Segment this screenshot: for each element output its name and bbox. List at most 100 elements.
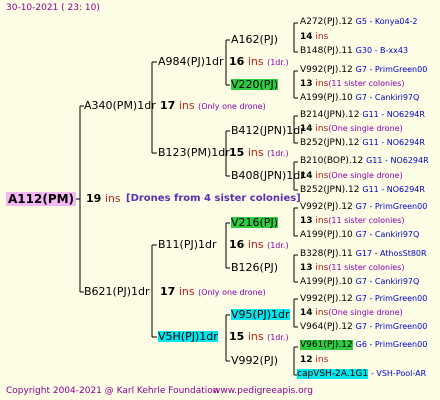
- gen3-queen-7[interactable]: V95(PJ)1dr: [231, 309, 290, 320]
- gen4-origin: G7 - Cankiri97Q: [355, 230, 420, 239]
- gen2-d-inbreed-value: 15: [229, 330, 245, 343]
- gen4-ins-label: ins: [315, 32, 329, 42]
- gen2-d-ins-label: ins: [247, 330, 264, 343]
- gen2-b-note: (1dr.): [267, 149, 289, 158]
- gen4-inbreed-row: 13 ins(11 sister colonies): [300, 217, 405, 226]
- gen4-row[interactable]: V992(PJ).12 G7 - PrimGreen00: [300, 295, 427, 304]
- gen4-queen-name: A199(PJ).10: [300, 277, 353, 287]
- gen2-a-queen[interactable]: A984(PJ)1dr: [158, 56, 223, 67]
- gen4-row[interactable]: A199(PJ).10 G7 - Cankiri97Q: [300, 94, 419, 103]
- gen4-origin: G5 - Konya04-2: [355, 17, 418, 26]
- gen4-inbreed-value: 13: [300, 263, 313, 273]
- gen2-b-ins-label: ins: [247, 146, 264, 159]
- gen4-queen-name: capVSH-2A.1G1: [297, 369, 369, 379]
- gen4-queen-name: B148(PJ).11: [300, 46, 353, 56]
- gen2-c-queen[interactable]: B11(PJ)1dr: [158, 239, 217, 250]
- gen1-bottom-inbreeding: 17 ins (Only one drone): [160, 286, 266, 297]
- gen4-ins-label: ins: [315, 355, 329, 365]
- gen4-queen-name: B214(JPN).12: [300, 110, 360, 120]
- gen4-inbreed-row: 14 ins(One single drone): [300, 125, 403, 134]
- gen4-inbreed-row: 13 ins(11 sister colonies): [300, 80, 405, 89]
- gen3-queen-4[interactable]: B408(JPN)1dr: [231, 170, 305, 181]
- gen4-origin: G11 - NO6294R: [362, 138, 425, 147]
- gen4-queen-name: B328(PJ).11: [300, 249, 353, 259]
- gen1-bottom-note: (Only one drone): [198, 288, 266, 297]
- gen4-row[interactable]: A199(PJ).10 G7 - Cankiri97Q: [300, 231, 419, 240]
- gen4-origin: G7 - PrimGreen00: [355, 65, 428, 74]
- gen4-queen-name: V992(PJ).12: [300, 294, 353, 304]
- gen3-queen-8[interactable]: V992(PJ): [231, 355, 278, 366]
- gen4-queen-name: B252(JPN).12: [300, 138, 360, 148]
- gen4-queen-name: B210(BOP).12: [300, 156, 364, 166]
- gen2-d-note: (1dr.): [267, 333, 289, 342]
- pedigree-page: 30-10-2021 ( 23: 10) Copyright 2004-2021…: [0, 0, 440, 400]
- gen2-b-inbreeding: 15 ins (1dr.): [229, 147, 289, 158]
- gen4-ins-label: ins: [315, 216, 329, 226]
- gen4-row[interactable]: B252(JPN).12 G11 - NO6294R: [300, 186, 425, 195]
- gen2-a-note: (1dr.): [267, 58, 289, 67]
- gen4-origin: G7 - Cankiri97Q: [355, 93, 420, 102]
- gen4-inbreed-value: 13: [300, 216, 313, 226]
- gen2-b-queen[interactable]: B123(PM)1dr: [158, 147, 230, 158]
- gen1-top-ins-label: ins: [178, 99, 195, 112]
- gen2-d-queen[interactable]: V5H(PJ)1dr: [158, 331, 218, 342]
- gen2-b-inbreed-value: 15: [229, 146, 245, 159]
- gen4-inbreed-row: 14 ins(One single drone): [300, 172, 403, 181]
- gen4-origin: G11 - NO6294R: [362, 185, 425, 194]
- gen4-inbreed-value: 12: [300, 355, 313, 365]
- gen1-top-queen[interactable]: A340(PM)1dr: [84, 100, 156, 111]
- gen1-bottom-inbreed-value: 17: [160, 285, 176, 298]
- gen2-a-inbreed-value: 16: [229, 55, 245, 68]
- gen4-origin: G6 - PrimGreen00: [355, 340, 428, 349]
- gen4-inbreed-row: 12 ins: [300, 356, 328, 365]
- gen4-note: (11 sister colonies): [328, 216, 405, 225]
- gen4-row[interactable]: B148(PJ).11 G30 - B-xx43: [300, 47, 408, 56]
- gen4-ins-label: ins: [315, 79, 329, 89]
- gen4-note: (One single drone): [328, 308, 403, 317]
- gen4-queen-name: V961(PJ).12: [300, 340, 353, 350]
- gen1-top-inbreed-value: 17: [160, 99, 176, 112]
- gen2-c-ins-label: ins: [247, 238, 264, 251]
- gen4-row[interactable]: V964(PJ).12 G7 - PrimGreen00: [300, 323, 427, 332]
- gen4-inbreed-row: 14 ins(One single drone): [300, 309, 403, 318]
- gen4-inbreed-row: 14 ins: [300, 33, 328, 42]
- gen4-inbreed-row: 13 ins(11 sister colonies): [300, 264, 405, 273]
- gen4-inbreed-value: 14: [300, 32, 313, 42]
- gen3-queen-5[interactable]: V216(PJ): [231, 217, 278, 228]
- gen4-inbreed-value: 13: [300, 79, 313, 89]
- gen4-row[interactable]: B214(JPN).12 G11 - NO6294R: [300, 111, 425, 120]
- gen1-bottom-queen[interactable]: B621(PJ)1dr: [84, 286, 150, 297]
- gen3-queen-3[interactable]: B412(JPN)1dr: [231, 125, 305, 136]
- gen1-bottom-ins-label: ins: [178, 285, 195, 298]
- gen1-top-inbreeding: 17 ins (Only one drone): [160, 100, 266, 111]
- gen4-note: (One single drone): [328, 124, 403, 133]
- gen4-origin: G11 - NO6294R: [366, 156, 429, 165]
- gen4-ins-label: ins: [315, 171, 329, 181]
- gen4-row[interactable]: V992(PJ).12 G7 - PrimGreen00: [300, 203, 427, 212]
- gen4-row[interactable]: B252(JPN).12 G11 - NO6294R: [300, 139, 425, 148]
- gen4-row[interactable]: V961(PJ).12 G6 - PrimGreen00: [300, 340, 428, 350]
- gen4-inbreed-value: 14: [300, 124, 313, 134]
- gen4-ins-label: ins: [315, 263, 329, 273]
- gen4-origin: - VSH-Pool-AR: [370, 369, 427, 378]
- gen4-row[interactable]: B210(BOP).12 G11 - NO6294R: [300, 157, 429, 166]
- gen2-a-inbreeding: 16 ins (1dr.): [229, 56, 289, 67]
- gen3-queen-6[interactable]: B126(PJ): [231, 262, 278, 273]
- gen2-c-inbreed-value: 16: [229, 238, 245, 251]
- gen4-inbreed-value: 14: [300, 308, 313, 318]
- gen2-a-ins-label: ins: [247, 55, 264, 68]
- gen3-queen-1[interactable]: A162(PJ): [231, 34, 278, 45]
- gen3-queen-2[interactable]: V220(PJ): [231, 79, 278, 90]
- gen2-c-inbreeding: 16 ins (1dr.): [229, 239, 289, 250]
- gen4-inbreed-value: 14: [300, 171, 313, 181]
- root-queen[interactable]: A112(PM): [6, 192, 77, 206]
- gen4-note: (11 sister colonies): [328, 263, 405, 272]
- gen4-row[interactable]: A199(PJ).10 G7 - Cankiri97Q: [300, 278, 419, 287]
- gen4-row[interactable]: V992(PJ).12 G7 - PrimGreen00: [300, 66, 427, 75]
- gen4-note: (One single drone): [328, 171, 403, 180]
- gen4-queen-name: V992(PJ).12: [300, 202, 353, 212]
- gen4-queen-name: B252(JPN).12: [300, 185, 360, 195]
- gen4-row[interactable]: A272(PJ).12 G5 - Konya04-2: [300, 18, 418, 27]
- gen4-row[interactable]: capVSH-2A.1G1 - VSH-Pool-AR: [297, 369, 427, 379]
- gen4-row[interactable]: B328(PJ).11 G17 - AthosSt80R: [300, 250, 427, 259]
